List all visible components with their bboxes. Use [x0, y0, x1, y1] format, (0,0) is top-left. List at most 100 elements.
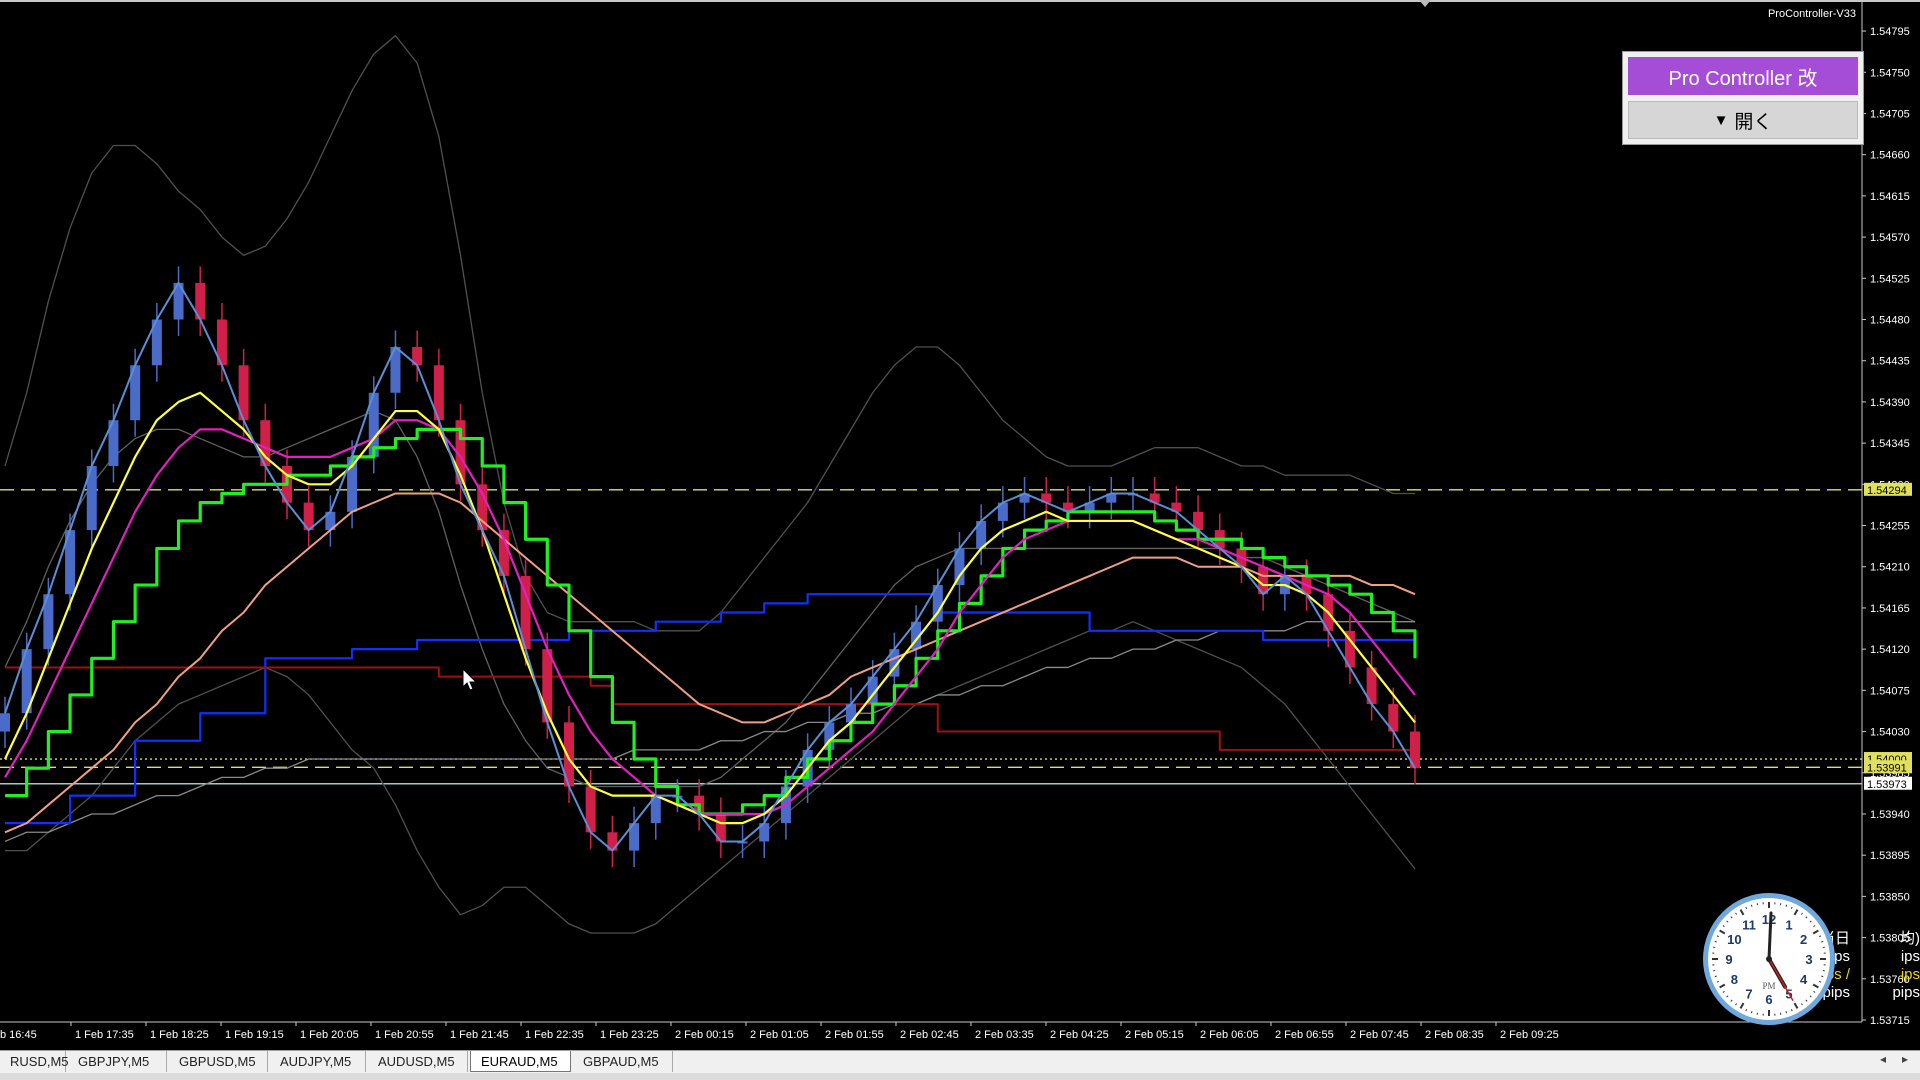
price-tick-label: 1.54120	[1870, 644, 1910, 656]
clock-center	[1766, 956, 1772, 962]
clock-tick	[1716, 935, 1719, 938]
price-tick-label: 1.54345	[1870, 438, 1910, 450]
time-tick-label: 2 Feb 06:55	[1275, 1029, 1334, 1041]
series-bb-middle	[4, 410, 1416, 788]
time-tick-label: 1 Feb 19:15	[225, 1029, 284, 1041]
price-tick-label: 1.53940	[1870, 809, 1910, 821]
clock-tick	[1735, 912, 1738, 915]
open-label: 開く	[1734, 111, 1773, 133]
chart-tab[interactable]: RUSD,M5	[0, 1051, 69, 1072]
clock-tick	[1735, 1003, 1738, 1006]
chart-tab[interactable]: EURAUD,M5	[470, 1051, 571, 1072]
clock-tick	[1813, 990, 1816, 993]
clock-tick	[1719, 929, 1726, 935]
clock-tick	[1739, 909, 1745, 916]
clock-tick	[1785, 1011, 1788, 1014]
clock-tick	[1800, 912, 1803, 915]
clock-number: 10	[1727, 932, 1741, 947]
price-tick-label: 1.53850	[1870, 891, 1910, 903]
clock-tick	[1726, 995, 1729, 998]
pro-controller-panel: Pro Controller 改 ▼ 開く	[1622, 51, 1864, 145]
time-tick-label: 2 Feb 03:35	[975, 1029, 1034, 1041]
candle-body	[0, 713, 10, 732]
price-tick-label: 1.54030	[1870, 727, 1910, 739]
time-tick-label: b 16:45	[0, 1029, 37, 1041]
clock-tick	[1812, 983, 1819, 989]
level-price-label: 1.54294	[1867, 485, 1907, 497]
series-ma-magenta	[4, 419, 1416, 816]
clock-tick	[1790, 1009, 1793, 1012]
time-tick-label: 1 Feb 18:25	[150, 1029, 209, 1041]
tab-scroll-right-icon[interactable]: ▸	[1902, 1052, 1908, 1066]
time-tick-label: 1 Feb 20:55	[375, 1029, 434, 1041]
tab-scroll-left-icon[interactable]: ◂	[1880, 1052, 1886, 1066]
chart-tab[interactable]: AUDUSD,M5	[368, 1051, 468, 1072]
time-tick-label: 1 Feb 17:35	[75, 1029, 134, 1041]
clock-tick	[1716, 980, 1719, 983]
clock-number: 9	[1725, 952, 1732, 967]
pro-controller-title[interactable]: Pro Controller 改	[1628, 57, 1858, 95]
clock-tick	[1730, 916, 1733, 919]
price-tick-label: 1.54705	[1870, 108, 1910, 120]
chart-tab[interactable]: AUDJPY,M5	[270, 1051, 366, 1072]
clock-number: 7	[1745, 987, 1752, 1002]
time-tick-label: 1 Feb 23:25	[600, 1029, 659, 1041]
clock-tick	[1805, 999, 1808, 1002]
time-tick-label: 2 Feb 00:15	[675, 1029, 734, 1041]
clock-tick	[1821, 940, 1824, 943]
clock-tick	[1809, 995, 1812, 998]
time-tick-label: 1 Feb 21:45	[450, 1029, 509, 1041]
bollinger-bands	[4, 34, 1416, 934]
chart-tab[interactable]: GBPUSD,M5	[169, 1051, 268, 1072]
price-tick-label: 1.54255	[1870, 521, 1910, 533]
price-tick-label: 1.53715	[1870, 1015, 1910, 1027]
clock-ampm: PM	[1762, 981, 1775, 991]
price-tick-label: 1.54525	[1870, 273, 1910, 285]
level-price-label: 1.53973	[1867, 779, 1907, 791]
clock-tick	[1790, 906, 1793, 909]
clock-tick	[1819, 980, 1822, 983]
time-tick-label: 2 Feb 06:05	[1200, 1029, 1259, 1041]
clock-tick	[1714, 940, 1717, 943]
clock-tick	[1821, 975, 1824, 978]
clock-tick	[1719, 983, 1726, 989]
chart-tab-bar: RUSD,M5 GBPJPY,M5 GBPUSD,M5 AUDJPY,M5 AUDUSD…	[0, 1050, 1920, 1073]
chart-tab[interactable]: GBPJPY,M5	[68, 1051, 167, 1072]
cursor-arrow	[462, 667, 478, 691]
clock-tick	[1793, 909, 1799, 916]
price-tick-label: 1.54435	[1870, 356, 1910, 368]
mouse-cursor-icon	[462, 667, 478, 691]
price-chart[interactable]: 1.54795 1.54750 1.54705 1.54660 1.54615 1.545…	[0, 0, 1920, 1050]
time-tick-label: 2 Feb 04:25	[1050, 1029, 1109, 1041]
clock-number: 4	[1800, 972, 1808, 987]
clock-tick	[1722, 925, 1725, 928]
clock-number: 1	[1785, 917, 1792, 932]
time-tick-label: 2 Feb 09:25	[1500, 1029, 1559, 1041]
time-tick-label: 1 Feb 20:05	[300, 1029, 359, 1041]
triangle-down-icon: ▼	[1713, 111, 1729, 129]
time-tick-label: 2 Feb 08:35	[1425, 1029, 1484, 1041]
clock-tick	[1745, 1009, 1748, 1012]
clock-number: 6	[1765, 992, 1772, 1007]
time-axis: b 16:45 1 Feb 17:35 1 Feb 18:25 1 Feb 19:15…	[0, 1021, 1862, 1041]
time-tick-label: 2 Feb 01:05	[750, 1029, 809, 1041]
price-tick-label: 1.54615	[1870, 191, 1910, 203]
indicator-title: ProController-V33	[1767, 8, 1856, 20]
open-button[interactable]: ▼ 開く	[1628, 101, 1858, 139]
time-tick-label: 1 Feb 22:35	[525, 1029, 584, 1041]
clock-number: 3	[1805, 952, 1812, 967]
time-tick-label: 2 Feb 02:45	[900, 1029, 959, 1041]
horizontal-levels	[0, 489, 1862, 785]
status-bar	[0, 1073, 1920, 1080]
time-tick-label: 2 Feb 01:55	[825, 1029, 884, 1041]
clock-tick	[1793, 1002, 1799, 1009]
analog-clock: 121234567891011PM	[1703, 893, 1835, 1025]
price-tick-label: 1.54570	[1870, 232, 1910, 244]
clock-tick	[1726, 920, 1729, 923]
price-tick-label: 1.54210	[1870, 562, 1910, 574]
clock-tick	[1785, 904, 1788, 907]
clock-tick	[1730, 999, 1733, 1002]
price-axis: 1.54795 1.54750 1.54705 1.54660 1.54615 1.545…	[1861, 0, 1912, 1027]
chart-tab[interactable]: GBPAUD,M5	[573, 1051, 673, 1072]
price-tick-label: 1.54075	[1870, 685, 1910, 697]
